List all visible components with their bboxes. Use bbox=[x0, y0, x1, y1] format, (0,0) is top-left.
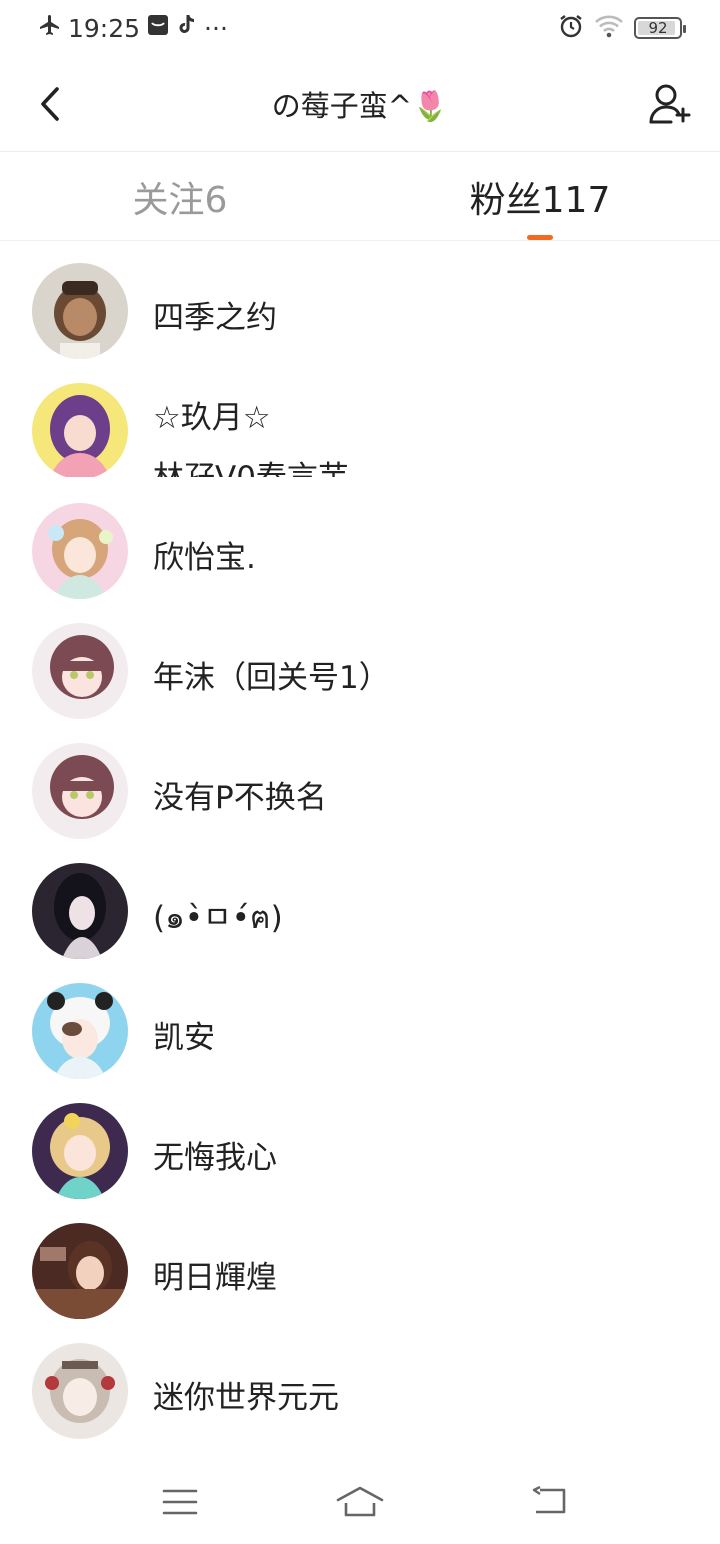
list-item[interactable]: 迷你世界元元 bbox=[0, 1322, 720, 1442]
status-time: 19:25 bbox=[68, 13, 141, 43]
back-nav-button[interactable] bbox=[522, 1480, 578, 1524]
page-title: の莓子蛮^🌷 bbox=[271, 89, 449, 123]
airplane-mode-icon bbox=[38, 13, 62, 43]
battery-icon: 92 bbox=[634, 17, 686, 39]
list-item[interactable]: 欣怡宝. bbox=[0, 482, 720, 602]
wifi-icon bbox=[594, 14, 624, 42]
list-item[interactable]: 明日輝煌 bbox=[0, 1202, 720, 1322]
active-tab-indicator bbox=[527, 235, 553, 240]
more-notifications-icon: ··· bbox=[204, 13, 228, 43]
system-navigation-bar bbox=[0, 1464, 720, 1544]
list-item[interactable]: 无悔我心 bbox=[0, 1082, 720, 1202]
list-item[interactable]: 凯安 bbox=[0, 962, 720, 1082]
follower-name: 迷你世界元元 bbox=[153, 1380, 339, 1416]
avatar[interactable] bbox=[32, 1343, 128, 1439]
home-icon bbox=[336, 1486, 384, 1517]
inbox-notification-icon bbox=[146, 13, 170, 43]
menu-icon bbox=[162, 1489, 198, 1515]
follower-name: ☆玖月☆ bbox=[153, 400, 271, 436]
list-item[interactable]: 年沫（回关号1） bbox=[0, 602, 720, 722]
avatar[interactable] bbox=[32, 1103, 128, 1199]
follower-name: 年沫（回关号1） bbox=[153, 660, 390, 696]
followers-list: 四季之约 ☆玖月☆ 林孖V0春言芋 欣怡宝. 年沫（回关号1） 没有P不换名 bbox=[0, 242, 720, 1442]
alarm-icon bbox=[558, 13, 584, 43]
follower-name: 四季之约 bbox=[153, 300, 277, 336]
battery-level: 92 bbox=[648, 19, 668, 37]
tab-following[interactable]: 关注6 bbox=[0, 152, 360, 241]
follower-name: (๑•̀ㅁ•́ฅ) bbox=[153, 900, 283, 936]
follower-name: 无悔我心 bbox=[153, 1140, 277, 1176]
status-left: 19:25 ··· bbox=[38, 12, 228, 44]
back-button[interactable] bbox=[28, 80, 72, 128]
avatar[interactable] bbox=[32, 263, 128, 359]
return-icon bbox=[532, 1486, 566, 1514]
chevron-left-icon bbox=[41, 87, 59, 121]
list-item[interactable]: (๑•̀ㅁ•́ฅ) bbox=[0, 842, 720, 962]
add-friend-button[interactable] bbox=[644, 80, 696, 128]
avatar[interactable] bbox=[32, 383, 128, 477]
avatar[interactable] bbox=[32, 1223, 128, 1319]
app-header: の莓子蛮^🌷 bbox=[0, 56, 720, 152]
follow-tabs: 关注6 粉丝117 bbox=[0, 152, 720, 241]
follower-name: 欣怡宝. bbox=[153, 540, 256, 576]
list-item[interactable]: 没有P不换名 bbox=[0, 722, 720, 842]
list-item[interactable]: ☆玖月☆ 林孖V0春言芋 bbox=[0, 362, 720, 482]
status-bar: 19:25 ··· 92 bbox=[0, 0, 720, 56]
row-clip: ☆玖月☆ 林孖V0春言芋 bbox=[0, 362, 720, 477]
follower-subtitle: 林孖V0春言芋 bbox=[153, 452, 349, 477]
tab-followers[interactable]: 粉丝117 bbox=[360, 152, 720, 241]
follower-name: 明日輝煌 bbox=[153, 1260, 277, 1296]
list-item[interactable]: 四季之约 bbox=[0, 242, 720, 362]
tiktok-notification-icon bbox=[176, 13, 198, 43]
follower-name: 没有P不换名 bbox=[153, 780, 327, 816]
add-user-icon bbox=[649, 84, 691, 124]
menu-button[interactable] bbox=[152, 1480, 208, 1524]
avatar[interactable] bbox=[32, 863, 128, 959]
avatar[interactable] bbox=[32, 743, 128, 839]
avatar[interactable] bbox=[32, 983, 128, 1079]
follower-name: 凯安 bbox=[153, 1020, 215, 1056]
avatar[interactable] bbox=[32, 503, 128, 599]
avatar[interactable] bbox=[32, 623, 128, 719]
home-button[interactable] bbox=[332, 1480, 388, 1524]
status-right: 92 bbox=[558, 12, 686, 44]
